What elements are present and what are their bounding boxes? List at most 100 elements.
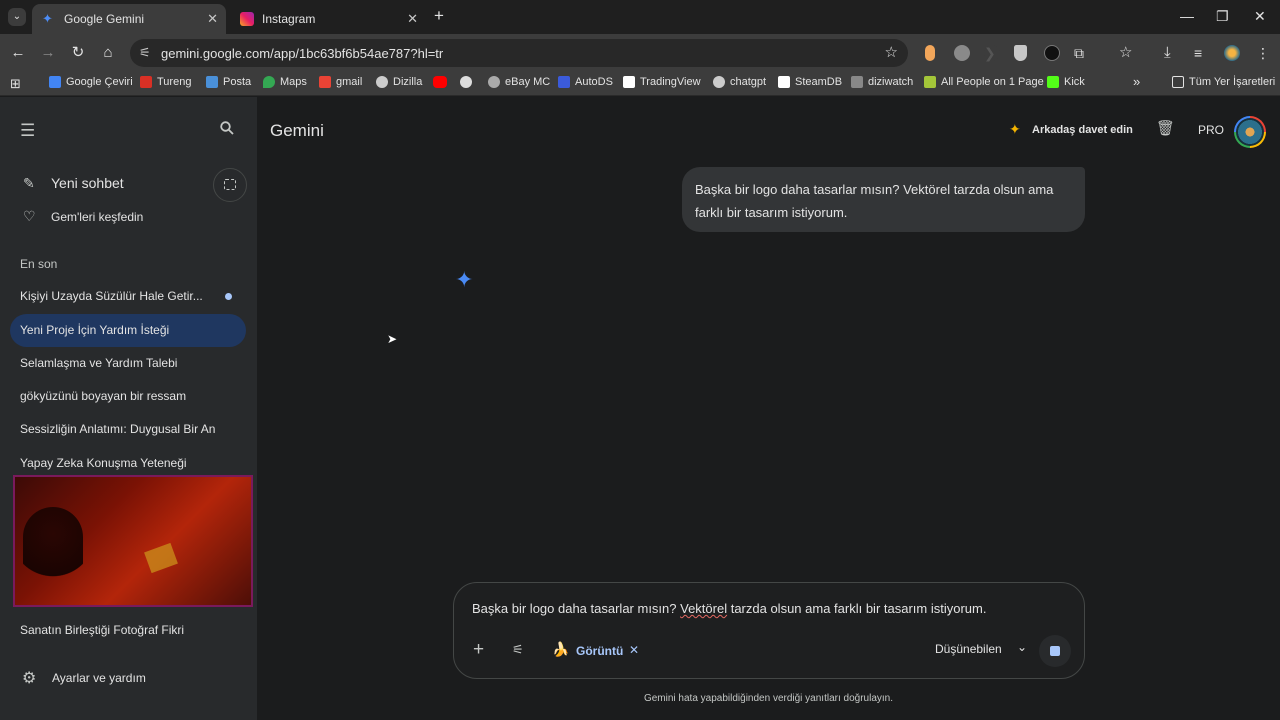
restore-button[interactable]: ❐ (1216, 8, 1229, 25)
window-close-button[interactable]: ✕ (1254, 8, 1266, 25)
minimize-button[interactable]: — (1180, 8, 1194, 24)
plan-badge: PRO (1198, 123, 1225, 137)
webcam-overlay (13, 475, 253, 607)
avatar-image (1236, 118, 1264, 146)
trash-icon[interactable]: 🗑 (1156, 119, 1175, 137)
new-chat-label: Yeni sohbet (51, 175, 124, 191)
sidebar: ☰ ✎ Yeni sohbet ♡ Gem'leri keşfedin En s… (0, 97, 257, 720)
bookmarks-icon[interactable]: ☆ (1119, 45, 1135, 61)
settings-label: Ayarlar ve yardım (52, 671, 146, 685)
model-mode-label: Düşünebilen (935, 642, 1002, 656)
tab-title: Google Gemini (64, 12, 145, 26)
account-avatar[interactable] (1234, 116, 1266, 148)
bookmark-star-icon[interactable]: ☆ (885, 43, 898, 61)
search-icon[interactable] (220, 121, 234, 140)
address-bar[interactable]: ⚟ gemini.google.com/app/1bc63bf6b54ae787… (130, 39, 908, 67)
bookmark-tradingview[interactable]: TradingView (623, 76, 701, 88)
url-text[interactable]: gemini.google.com/app/1bc63bf6b54ae787?h… (161, 46, 443, 61)
recent-chat-item[interactable]: Sessizliğin Anlatımı: Duygusal Bir An (10, 413, 246, 446)
stop-button[interactable] (1039, 635, 1071, 667)
recent-chat-item[interactable]: gökyüzünü boyayan bir ressam (10, 380, 246, 413)
temporary-chat-button[interactable] (213, 168, 247, 202)
apps-icon[interactable]: ⊞ (10, 76, 21, 92)
bookmark-tureng[interactable]: Tureng (140, 76, 191, 88)
shield-icon[interactable] (1014, 45, 1027, 61)
instagram-icon (240, 12, 254, 26)
recent-chat-item[interactable]: Kişiyi Uzayda Süzülür Hale Getir... (10, 280, 246, 313)
recent-chat-label: Yeni Proje İçin Yardım İsteği (20, 323, 170, 337)
explore-gems-button[interactable]: ♡ Gem'leri keşfedin (20, 207, 220, 229)
bookmark-google-ceviri[interactable]: Google Çeviri (49, 76, 133, 88)
bookmark-all-people[interactable]: All People on 1 Page (924, 76, 1044, 88)
recent-chat-item[interactable]: Sanatın Birleştiği Fotoğraf Fikri (10, 614, 246, 647)
back-button[interactable]: ← (8, 43, 28, 63)
home-button[interactable]: ⌂ (98, 43, 118, 63)
forward-button[interactable]: → (38, 43, 58, 63)
bookmarks-overflow-button[interactable]: » (1133, 74, 1140, 89)
app-title[interactable]: Gemini (270, 121, 324, 141)
bookmark-ebay-mc[interactable]: eBay MC (488, 76, 550, 88)
extension-icon[interactable]: ❯ (984, 45, 1000, 61)
ebay-icon (488, 76, 500, 88)
gemini-icon: ✦ (42, 11, 53, 26)
bookmark-kick[interactable]: Kick (1047, 76, 1085, 88)
sparkle-icon: ✦ (1009, 121, 1021, 137)
close-icon[interactable]: ✕ (407, 11, 418, 27)
bookmark-dizilla[interactable]: Dizilla (376, 76, 422, 88)
bookmark-posta[interactable]: Posta (206, 76, 251, 88)
extension-icon[interactable] (1044, 45, 1060, 61)
recent-chat-label: Selamlaşma ve Yardım Talebi (20, 356, 178, 370)
mail-icon (206, 76, 218, 88)
menu-icon[interactable]: ☰ (20, 121, 35, 141)
remove-chip-icon[interactable]: ✕ (629, 643, 639, 657)
user-message-text: Başka bir logo daha tasarlar mısın? Vekt… (695, 182, 1054, 220)
tools-icon[interactable]: ⚟ (512, 642, 524, 658)
settings-and-help-button[interactable]: ⚙ Ayarlar ve yardım (20, 667, 220, 691)
prompt-composer[interactable]: Başka bir logo daha tasarlar mısın? Vekt… (453, 582, 1085, 679)
bookmark-diziwatch[interactable]: diziwatch (851, 76, 913, 88)
recent-chat-label: gökyüzünü boyayan bir ressam (20, 389, 187, 403)
prompt-input[interactable]: Başka bir logo daha tasarlar mısın? Vekt… (472, 601, 986, 616)
add-icon[interactable]: + (473, 639, 484, 661)
profile-avatar-icon[interactable] (1224, 45, 1240, 61)
unread-dot-icon (225, 293, 232, 300)
download-icon[interactable]: ⤓ (1164, 45, 1180, 61)
chatgpt-icon (713, 76, 725, 88)
extension-icon[interactable] (954, 45, 970, 61)
puzzle-icon[interactable]: ⧉ (1074, 45, 1090, 61)
bookmark-youtube[interactable] (433, 76, 452, 88)
bookmark-gmail[interactable]: gmail (319, 76, 362, 88)
misspelled-word: Vektörel (680, 601, 728, 616)
tab-search-button[interactable]: ⌄ (8, 8, 26, 26)
recent-header: En son (20, 257, 58, 271)
gear-icon: ⚙ (22, 670, 37, 687)
site-info-icon[interactable]: ⚟ (139, 45, 151, 61)
tab-instagram[interactable]: Instagram ✕ (230, 4, 426, 34)
recent-chat-label: Kişiyi Uzayda Süzülür Hale Getir... (20, 289, 203, 303)
bookmark-chatgpt[interactable]: chatgpt (713, 76, 766, 88)
maps-icon (263, 76, 275, 88)
autods-icon (558, 76, 570, 88)
recent-chat-label: Sanatın Birleştiği Fotoğraf Fikri (20, 623, 185, 637)
bookmark-autods[interactable]: AutoDS (558, 76, 613, 88)
main-content: Gemini ✦ Arkadaş davet edin 🗑 PRO Başka … (257, 97, 1280, 720)
menu-icon[interactable]: ⋮ (1256, 45, 1272, 61)
bookmark-threads[interactable] (460, 76, 477, 88)
banana-icon: 🍌 (552, 641, 570, 657)
tab-google-gemini[interactable]: ✦ Google Gemini ✕ (32, 4, 226, 34)
extension-icon[interactable] (925, 45, 935, 61)
bookmark-steamdb[interactable]: SteamDB (778, 76, 842, 88)
recent-chat-item-active[interactable]: Yeni Proje İçin Yardım İsteği (10, 314, 246, 347)
media-control-icon[interactable]: ≡ (1194, 45, 1210, 61)
reload-button[interactable]: ↻ (68, 43, 88, 63)
new-chat-button[interactable]: ✎ Yeni sohbet (20, 173, 200, 195)
recent-chat-item[interactable]: Selamlaşma ve Yardım Talebi (10, 347, 246, 380)
dashed-square-icon (224, 179, 236, 190)
new-tab-button[interactable]: + (434, 6, 444, 26)
bookmarks-bar: ⊞ Google Çeviri Tureng Posta Maps gmail … (0, 72, 1280, 96)
explore-gems-label: Gem'leri keşfedin (51, 210, 144, 224)
all-bookmarks-button[interactable]: Tüm Yer İşaretleri (1172, 76, 1275, 88)
threads-icon (460, 76, 472, 88)
bookmark-maps[interactable]: Maps (263, 76, 307, 88)
close-icon[interactable]: ✕ (207, 11, 218, 27)
